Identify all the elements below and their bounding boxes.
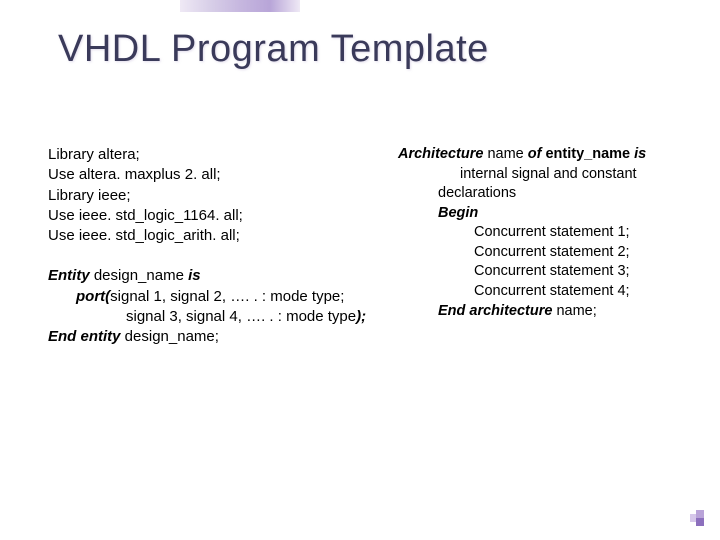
end-entity-line: End entity design_name; <box>48 327 398 347</box>
architecture-decl-line: Architecture name of entity_name is <box>398 145 698 165</box>
content-area: Library altera; Use altera. maxplus 2. a… <box>48 145 700 347</box>
decl-line-2: declarations <box>398 184 698 204</box>
library-block: Library altera; Use altera. maxplus 2. a… <box>48 145 398 246</box>
lib-line: Use altera. maxplus 2. all; <box>48 165 398 185</box>
arch-entity-name: entity_name <box>541 146 634 162</box>
architecture-keyword: Architecture <box>398 146 483 162</box>
stmt-line: Concurrent statement 4; <box>398 282 698 302</box>
end-arch-name: name; <box>552 303 596 319</box>
stmt-line: Concurrent statement 1; <box>398 223 698 243</box>
is-keyword: is <box>188 267 201 284</box>
corner-decoration-icon <box>690 510 706 526</box>
port-signals-1: signal 1, signal 2, …. . : mode type; <box>110 288 344 305</box>
is-keyword-2: is <box>634 146 646 162</box>
left-column: Library altera; Use altera. maxplus 2. a… <box>48 145 398 347</box>
end-arch-line: End architecture name; <box>398 302 698 322</box>
port-keyword: port( <box>76 288 110 305</box>
stmt-line: Concurrent statement 2; <box>398 243 698 263</box>
end-entity-name: design_name; <box>121 328 219 345</box>
port-close: ); <box>356 308 366 325</box>
arch-name: name <box>483 146 527 162</box>
end-architecture-keyword: End architecture <box>438 303 552 319</box>
entity-name: design_name <box>90 267 188 284</box>
begin-keyword: Begin <box>398 204 698 224</box>
entity-keyword: Entity <box>48 267 90 284</box>
lib-line: Use ieee. std_logic_arith. all; <box>48 226 398 246</box>
right-column: Architecture name of entity_name is inte… <box>398 145 698 347</box>
port-line-2: signal 3, signal 4, …. . : mode type); <box>48 307 398 327</box>
stmt-line: Concurrent statement 3; <box>398 262 698 282</box>
of-keyword: of <box>528 146 542 162</box>
entity-decl-line: Entity design_name is <box>48 266 398 286</box>
decorative-bar <box>180 0 300 12</box>
lib-line: Use ieee. std_logic_1164. all; <box>48 206 398 226</box>
slide-title: VHDL Program Template <box>58 28 489 71</box>
port-signals-2: signal 3, signal 4, …. . : mode type <box>126 308 356 325</box>
end-entity-keyword: End entity <box>48 328 121 345</box>
entity-block: Entity design_name is port(signal 1, sig… <box>48 266 398 347</box>
decl-line-1: internal signal and constant <box>398 165 698 185</box>
lib-line: Library ieee; <box>48 186 398 206</box>
lib-line: Library altera; <box>48 145 398 165</box>
port-line-1: port(signal 1, signal 2, …. . : mode typ… <box>48 287 398 307</box>
